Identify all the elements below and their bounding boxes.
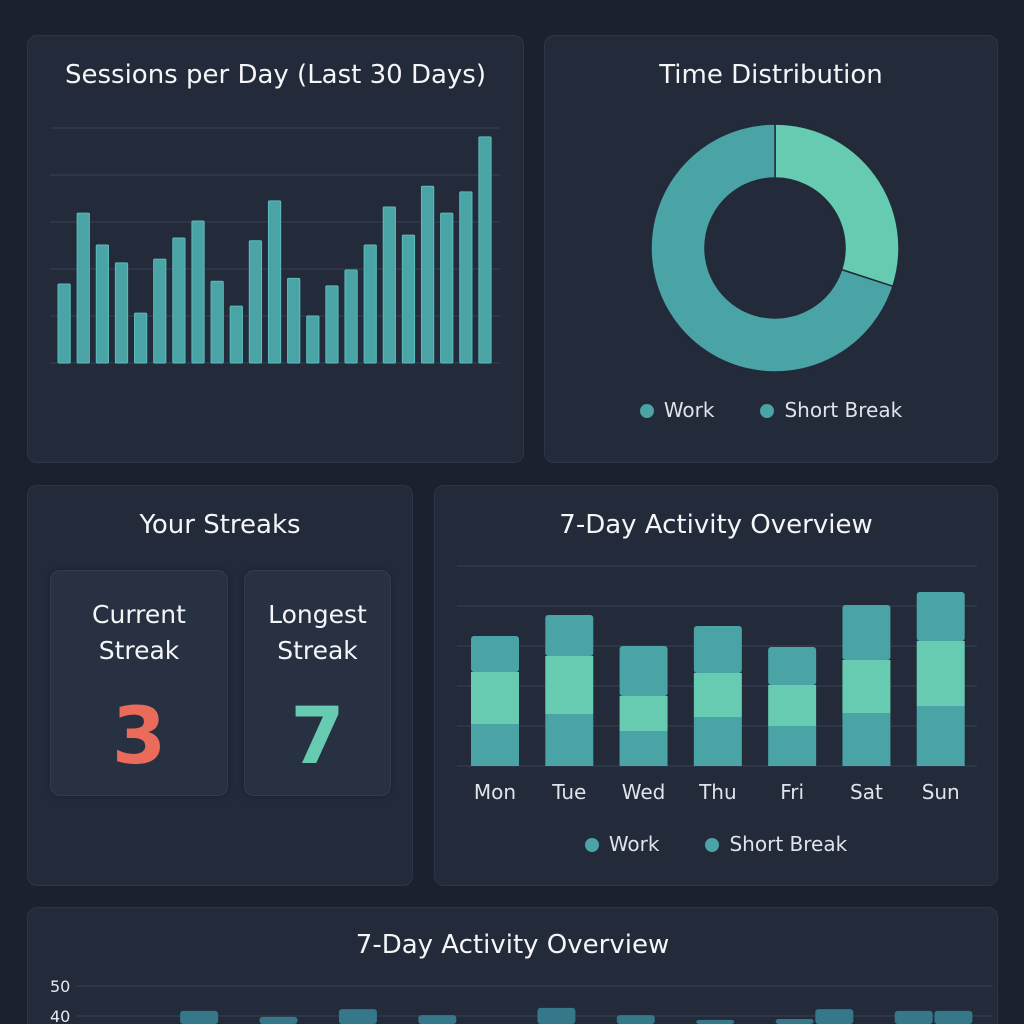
session-bar <box>153 258 167 364</box>
legend-item-short-break: Short Break <box>705 832 847 856</box>
activity-bar-segment <box>471 636 519 672</box>
bottom-bar <box>894 1010 933 1024</box>
longest-streak-tile: Longest Streak 7 <box>244 570 391 796</box>
session-bar <box>134 312 148 364</box>
activity-bar-segment <box>768 647 817 685</box>
legend-label: Short Break <box>729 832 848 856</box>
activity-bar-segment <box>693 626 742 673</box>
activity-bar-segment <box>842 713 891 766</box>
bottom-activity-chart: 50 40 <box>50 977 993 1024</box>
session-bar <box>76 212 90 364</box>
donut-slice-short-break <box>774 123 900 288</box>
legend-label: Work <box>608 832 660 856</box>
longest-streak-value: 7 <box>290 692 345 782</box>
activity-bar-segment <box>619 731 668 766</box>
day-label: Wed <box>622 780 666 804</box>
activity-bar-segment <box>471 672 519 724</box>
bottom-bar <box>338 1009 377 1024</box>
legend-item-work: Work <box>639 398 715 422</box>
session-bar <box>248 240 263 364</box>
bottom-activity-card: 7-Day Activity Overview 50 40 <box>27 907 998 1024</box>
day-label: Tue <box>551 780 586 804</box>
bottom-bar <box>616 1015 655 1024</box>
streaks-card: Your Streaks Current Streak 3 Longest Stre… <box>27 485 413 886</box>
activity-bar-segment <box>619 646 668 696</box>
bottom-bar <box>180 1010 219 1024</box>
session-bar <box>344 269 358 364</box>
session-bar <box>57 283 71 364</box>
distribution-legend: Work Short Break <box>545 398 997 422</box>
session-bar <box>306 315 320 364</box>
bottom-bar <box>537 1007 576 1024</box>
session-bar <box>325 285 339 364</box>
activity-bar-segment <box>545 615 594 656</box>
session-bar <box>287 277 301 364</box>
day-label: Thu <box>698 780 737 804</box>
bottom-bar <box>815 1009 854 1024</box>
legend-label: Work <box>663 398 715 422</box>
sessions-card: Sessions per Day (Last 30 Days) <box>27 35 524 463</box>
sessions-chart <box>50 127 500 364</box>
activity-bar-segment <box>842 605 891 660</box>
streaks-title: Your Streaks <box>139 510 301 540</box>
activity-bar-segment <box>693 673 742 717</box>
legend-dot-icon <box>760 404 775 418</box>
session-bar <box>229 305 243 364</box>
day-label: Mon <box>474 780 516 804</box>
y-tick-label: 40 <box>50 1007 70 1024</box>
activity-bar-segment <box>916 592 965 641</box>
activity-card: 7-Day Activity Overview Mon Tue Wed Thu Fri S… <box>434 485 998 886</box>
session-bar <box>95 244 110 364</box>
current-streak-value: 3 <box>111 692 167 782</box>
activity-bar-segment <box>916 706 965 766</box>
bottom-bar <box>259 1016 298 1024</box>
distribution-card: Time Distribution Work Short Break <box>544 35 998 463</box>
bottom-bar <box>696 1019 735 1024</box>
activity-bar-segment <box>842 660 891 713</box>
activity-bar-segment <box>768 685 817 726</box>
activity-bar-segment <box>545 714 594 766</box>
bottom-bar <box>775 1019 814 1024</box>
bottom-bar <box>418 1015 457 1024</box>
legend-dot-icon <box>705 838 720 852</box>
session-bar <box>382 206 396 364</box>
session-bar <box>440 212 454 364</box>
activity-bar-segment <box>619 696 668 731</box>
y-tick-label: 50 <box>50 977 70 996</box>
session-bar <box>420 185 435 364</box>
current-streak-label: Current Streak <box>92 600 186 665</box>
current-streak-tile: Current Streak 3 <box>50 570 228 796</box>
session-bar <box>267 200 282 364</box>
legend-dot-icon <box>584 838 599 852</box>
session-bar <box>478 136 492 364</box>
legend-item-work: Work <box>584 832 660 856</box>
legend-dot-icon <box>639 404 654 418</box>
bottom-bar <box>934 1010 973 1024</box>
session-bar <box>114 262 129 364</box>
legend-label: Short Break <box>784 398 903 422</box>
activity-chart: Mon Tue Wed Thu Fri Sat Sun <box>457 565 977 804</box>
activity-bar-segment <box>471 724 519 766</box>
session-bar <box>210 280 224 364</box>
session-bar <box>172 237 186 364</box>
session-bar <box>459 191 473 364</box>
activity-bar-segment <box>545 656 594 714</box>
day-label: Fri <box>780 780 804 804</box>
day-label: Sun <box>922 780 960 804</box>
day-label: Sat <box>850 780 883 804</box>
activity-bar-segment <box>916 641 965 706</box>
session-bar <box>401 234 416 364</box>
session-bar <box>191 220 205 364</box>
activity-bar-segment <box>693 717 742 766</box>
activity-bar-segment <box>768 726 817 766</box>
legend-item-short-break: Short Break <box>760 398 902 422</box>
activity-legend: Work Short Break <box>435 832 997 856</box>
session-bar <box>363 244 377 364</box>
longest-streak-label: Longest Streak <box>268 600 367 665</box>
